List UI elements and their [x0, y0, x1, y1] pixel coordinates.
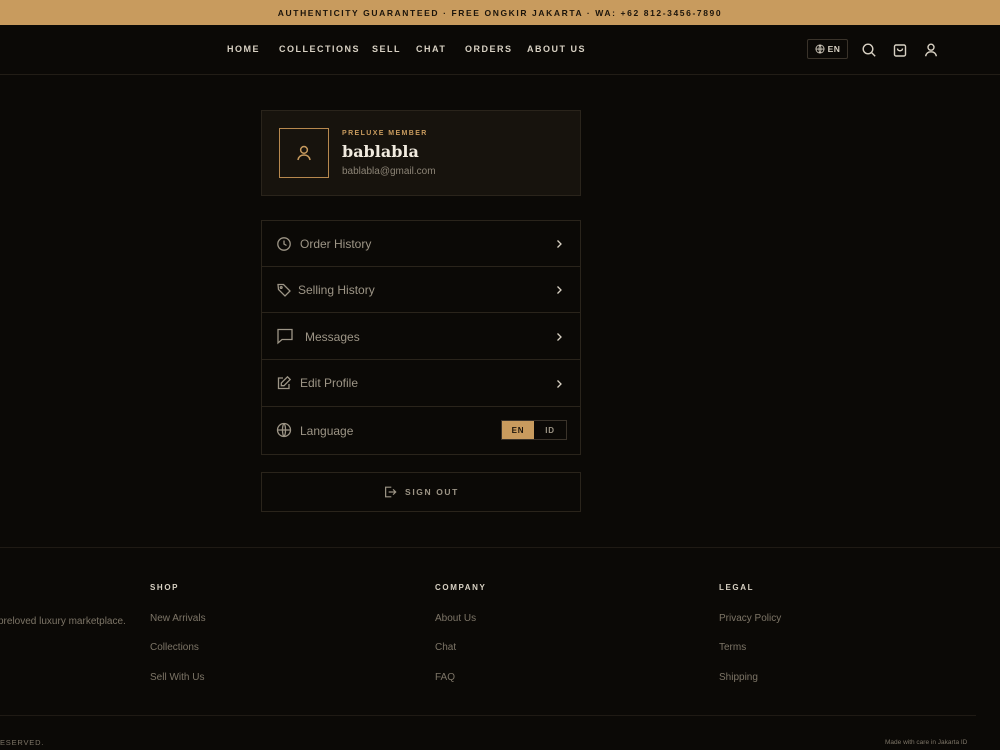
menu-item-label: Selling History [298, 283, 375, 297]
user-icon[interactable] [923, 42, 939, 58]
footer-company-title: COMPANY [435, 583, 487, 592]
sign-out-label: SIGN OUT [405, 487, 459, 497]
chevron-right-icon [557, 333, 562, 341]
nav-sell[interactable]: SELL [372, 44, 401, 54]
search-icon[interactable] [861, 42, 877, 58]
main-nav: HOME COLLECTIONS SELL CHAT ORDERS ABOUT … [0, 25, 1000, 75]
menu-item-messages[interactable]: Messages [262, 313, 580, 360]
avatar [279, 128, 329, 178]
nav-about-us[interactable]: ABOUT US [527, 44, 586, 54]
tag-icon [277, 283, 291, 297]
sign-out-button[interactable]: SIGN OUT [261, 472, 581, 512]
nav-chat[interactable]: CHAT [416, 44, 446, 54]
footer-bottom-divider [0, 715, 976, 716]
menu-item-order-history[interactable]: Order History [262, 221, 580, 267]
footer-link-terms[interactable]: Terms [719, 642, 746, 653]
footer-link-collections[interactable]: Collections [150, 642, 199, 653]
globe-icon [276, 422, 292, 438]
footer-link-privacy-policy[interactable]: Privacy Policy [719, 613, 781, 624]
profile-card: PRELUXE MEMBER bablabla bablabla@gmail.c… [261, 110, 581, 196]
menu-item-language: Language EN ID [262, 407, 580, 454]
chevron-right-icon [557, 286, 562, 294]
menu-item-label: Language [300, 424, 354, 438]
footer-tagline: preloved luxury marketplace. [0, 616, 126, 627]
menu-item-selling-history[interactable]: Selling History [262, 267, 580, 313]
footer-divider [0, 547, 1000, 548]
announcement-text: AUTHENTICITY GUARANTEED · FREE ONGKIR JA… [277, 7, 723, 18]
menu-item-label: Edit Profile [300, 376, 359, 390]
profile-name: bablabla [342, 142, 419, 161]
site-header: HOME COLLECTIONS SELL CHAT ORDERS ABOUT … [0, 25, 1000, 75]
footer-link-shipping[interactable]: Shipping [719, 672, 758, 683]
nav-home[interactable]: HOME [227, 44, 260, 54]
menu-item-label: Order History [300, 237, 372, 251]
language-switcher[interactable]: EN [807, 39, 848, 59]
nav-collections[interactable]: COLLECTIONS [279, 44, 360, 54]
footer-legal-title: LEGAL [719, 583, 755, 592]
footer-shop-title: SHOP [150, 583, 180, 592]
globe-icon [815, 44, 825, 54]
logout-icon [385, 486, 397, 498]
language-toggle: EN ID [501, 420, 567, 440]
language-switcher-label: EN [827, 44, 841, 54]
member-badge: PRELUXE MEMBER [342, 130, 428, 137]
clock-icon [277, 237, 291, 251]
footer-link-about-us[interactable]: About Us [435, 613, 476, 624]
bag-icon[interactable] [892, 42, 908, 58]
language-option-id[interactable]: ID [534, 421, 566, 439]
menu-item-edit-profile[interactable]: Edit Profile [262, 360, 580, 407]
announcement-bar: AUTHENTICITY GUARANTEED · FREE ONGKIR JA… [0, 0, 1000, 25]
nav-orders[interactable]: ORDERS [465, 44, 513, 54]
chevron-right-icon [557, 380, 562, 388]
edit-icon [277, 375, 292, 390]
footer-copyright: ESERVED. [0, 738, 45, 747]
chevron-right-icon [557, 240, 562, 248]
account-menu: Order History Selling History Messages E… [261, 220, 581, 455]
menu-item-label: Messages [305, 330, 360, 344]
footer-link-faq[interactable]: FAQ [435, 672, 455, 683]
footer-made-with-care: Made with care in Jakarta ID [885, 739, 968, 746]
footer-link-chat[interactable]: Chat [435, 642, 456, 653]
message-icon [277, 328, 293, 345]
footer-link-sell-with-us[interactable]: Sell With Us [150, 672, 204, 683]
language-option-en[interactable]: EN [502, 421, 534, 439]
user-icon [297, 145, 311, 161]
profile-email: bablabla@gmail.com [342, 166, 436, 177]
footer-link-new-arrivals[interactable]: New Arrivals [150, 613, 206, 624]
